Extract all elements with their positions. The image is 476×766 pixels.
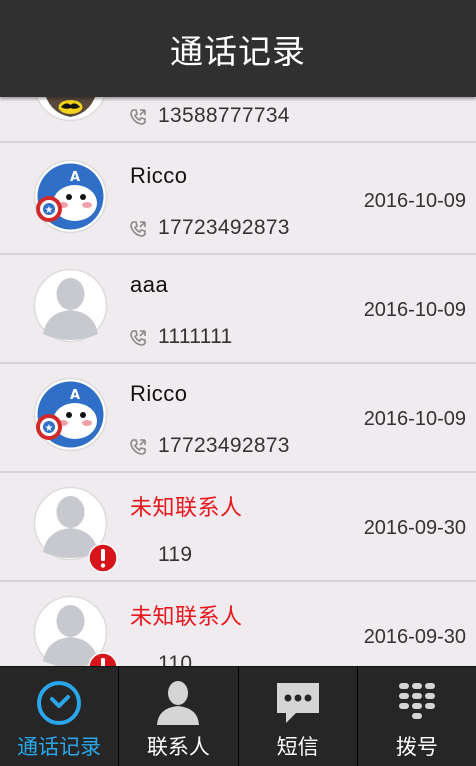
tab-contacts[interactable]: 联系人 (118, 667, 237, 766)
svg-text:A: A (70, 388, 80, 403)
call-date: 2016-10-09 (363, 408, 466, 430)
default-avatar (33, 268, 108, 343)
caller-number: 17723492873 (158, 216, 290, 239)
tab-label: 通话记录 (17, 735, 102, 759)
caller-name: Ricco (130, 381, 188, 406)
call-type-icon (129, 329, 147, 347)
caller-number: 110 (158, 652, 193, 666)
caller-name: Ricco (130, 163, 188, 188)
caller-name: 未知联系人 (130, 495, 243, 520)
caller-name: 未知联系人 (130, 604, 243, 629)
call-date: 2016-09-30 (363, 517, 466, 539)
caller-number: 1111111 (158, 325, 233, 348)
call-log-row[interactable]: A ★ Ricco 2016-10-09 17723492873 (0, 146, 476, 255)
svg-text:A: A (70, 170, 80, 185)
call-date: 2016-10-09 (363, 299, 466, 321)
svg-text:★: ★ (45, 423, 54, 434)
person-icon (152, 677, 204, 729)
call-log-row[interactable]: 未知联系人 2016-09-30 110 (0, 582, 476, 666)
tab-label: 拨号 (395, 735, 438, 759)
call-type-icon (129, 220, 147, 238)
caller-number: 119 (158, 543, 193, 566)
call-log-row[interactable]: aaa 2016-10-09 1111111 (0, 255, 476, 364)
dialpad-icon (391, 677, 443, 729)
call-date: 2016-10-09 (363, 190, 466, 212)
unknown-contact-alert-icon (88, 652, 118, 666)
call-type-icon (129, 108, 147, 126)
captain-avatar: A ★ (33, 159, 108, 234)
call-date: 2016-09-30 (363, 626, 466, 648)
tab-call-log[interactable]: 通话记录 (0, 667, 118, 766)
tab-dialer[interactable]: 拨号 (356, 667, 476, 766)
tab-label: 联系人 (146, 735, 210, 759)
captain-avatar: A ★ (33, 377, 108, 452)
caller-number: 17723492873 (158, 434, 290, 457)
page-title: 通话记录 (170, 31, 306, 71)
tab-label: 短信 (276, 735, 319, 759)
clock-icon (33, 677, 85, 729)
call-log-row[interactable]: A ★ Ricco 2016-10-09 17723492873 (0, 364, 476, 473)
unknown-contact-alert-icon (88, 543, 118, 573)
caller-name: aaa (130, 272, 169, 297)
caller-number: 13588777734 (158, 104, 290, 127)
message-bubble-icon (272, 677, 324, 729)
call-log-list[interactable]: 2016-10-09 13588777734 A ★ Ricco 2 (0, 0, 476, 666)
tab-messages[interactable]: 短信 (237, 667, 357, 766)
call-log-row[interactable]: 未知联系人 2016-09-30 119 (0, 473, 476, 582)
call-type-icon (129, 438, 147, 456)
title-bar: 通话记录 (0, 0, 476, 97)
bottom-tab-bar: 通话记录 联系人 短信 拨号 (0, 666, 476, 766)
svg-text:★: ★ (45, 205, 54, 216)
